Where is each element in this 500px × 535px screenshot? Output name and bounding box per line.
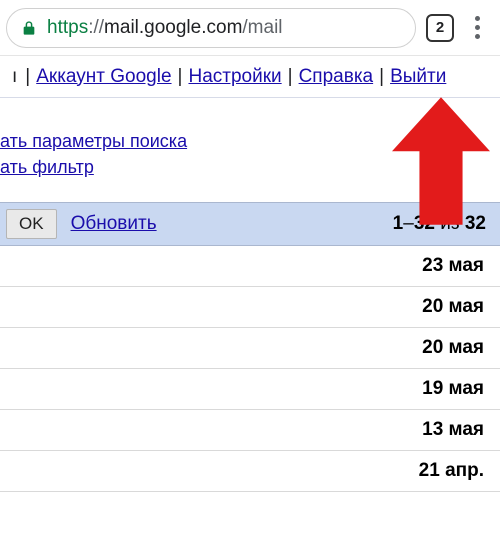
tab-count-value: 2 [436,19,444,36]
settings-link[interactable]: Настройки [188,66,281,88]
help-link[interactable]: Справка [299,66,374,88]
account-link[interactable]: Аккаунт Google [36,66,171,88]
toplinks-prefix: ı [12,66,17,88]
mail-row[interactable]: 23 мая [0,246,500,287]
mail-toolbar: OK Обновить 1–32 из 32 [0,202,500,246]
top-links-bar: ı | Аккаунт Google | Настройки | Справка… [0,56,500,98]
pagination-label: 1–32 из 32 [393,213,486,235]
mail-date: 20 мая [422,296,484,318]
mail-date: 23 мая [422,255,484,277]
page-to: 32 [414,213,435,234]
tab-count-button[interactable]: 2 [426,14,454,42]
page-from: 1 [393,213,404,234]
mail-row[interactable]: 20 мая [0,328,500,369]
ok-button[interactable]: OK [6,209,57,239]
lock-icon [21,18,37,38]
refresh-link[interactable]: Обновить [71,213,157,235]
toplinks-divider: | [178,66,183,88]
url-host: mail.google.com [104,17,242,39]
mail-row[interactable]: 19 мая [0,369,500,410]
mail-date: 19 мая [422,378,484,400]
omnibox[interactable]: https://mail.google.com/mail [6,8,416,48]
mail-list: 23 мая 20 мая 20 мая 19 мая 13 мая 21 ап… [0,246,500,492]
show-search-params-link[interactable]: ать параметры поиска [0,128,500,154]
url-sep: :// [88,17,104,39]
mail-row[interactable]: 21 апр. [0,451,500,492]
browser-address-bar: https://mail.google.com/mail 2 [0,0,500,56]
page-total: 32 [465,213,486,234]
url-scheme: https [47,17,88,39]
signout-link[interactable]: Выйти [390,66,446,88]
menu-dots-icon[interactable] [464,16,490,39]
url-path: /mail [242,17,282,39]
toplinks-divider: | [288,66,293,88]
toplinks-divider: | [25,66,30,88]
search-options: ать параметры поиска ать фильтр [0,98,500,202]
mail-date: 13 мая [422,419,484,441]
page-of: из [435,213,465,234]
mail-row[interactable]: 13 мая [0,410,500,451]
mail-row[interactable]: 20 мая [0,287,500,328]
mail-date: 20 мая [422,337,484,359]
create-filter-link[interactable]: ать фильтр [0,154,500,180]
toplinks-divider: | [379,66,384,88]
mail-date: 21 апр. [419,460,484,482]
